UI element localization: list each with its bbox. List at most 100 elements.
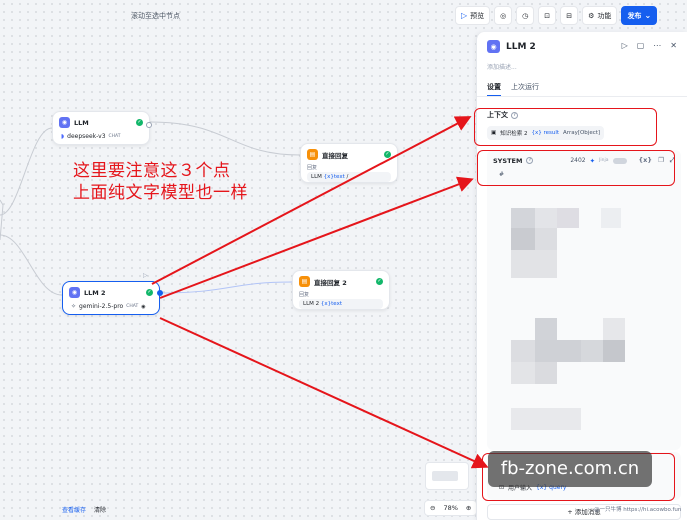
llm-icon: ◉ xyxy=(59,117,70,128)
blur-block xyxy=(535,208,557,228)
node-reply-2-body: 回复 LLM 2 {x}text xyxy=(293,289,389,314)
blur-block xyxy=(511,250,557,278)
panel-title[interactable]: LLM 2 xyxy=(506,42,536,52)
edge-left-stub xyxy=(0,199,4,241)
node-reply-2-var: LLM 2 {x}text xyxy=(299,299,383,309)
node-reply-header: ▤ 直接回复 xyxy=(301,144,397,162)
node-llm-body: ◗ deepseek-v3 CHAT xyxy=(53,130,149,146)
features-icon: ⚙ xyxy=(588,11,595,20)
blur-block xyxy=(511,208,535,228)
variables-button[interactable]: ⊟ xyxy=(560,6,579,25)
node-reply-body: 回复 LLM {x}text / xyxy=(301,162,397,187)
publish-button[interactable]: 发布 ⌄ xyxy=(621,6,658,25)
watermark: fb-zone.com.cn xyxy=(488,451,652,487)
node-llm-2-header: ◉ LLM 2 xyxy=(63,282,159,300)
eye-icon: ◉ xyxy=(141,303,146,310)
node-reply-ref-tail: / xyxy=(346,174,349,180)
node-reply-2-header: ▤ 直接回复 2 xyxy=(293,271,389,289)
node-llm-title: LLM xyxy=(74,118,89,127)
node-reply-title: 直接回复 xyxy=(322,151,348,160)
node-reply-2[interactable]: ▤ 直接回复 2 ✓ 回复 LLM 2 {x}text xyxy=(292,270,390,310)
more-icon[interactable]: ⋯ xyxy=(653,41,661,50)
node-llm[interactable]: ◉ LLM ✓ ◗ deepseek-v3 CHAT xyxy=(52,111,152,146)
chevron-down-icon: ⌄ xyxy=(644,11,652,20)
tab-settings[interactable]: 设置 xyxy=(487,82,501,96)
features-label: 功能 xyxy=(597,11,612,20)
blur-block xyxy=(601,208,621,228)
annotation-line-2: 上面纯文字模型也一样 xyxy=(73,183,248,203)
success-icon: ✓ xyxy=(146,289,153,296)
blur-block xyxy=(511,228,535,250)
features-button[interactable]: ⚙ 功能 xyxy=(582,6,618,25)
description-input[interactable]: 添加描述... xyxy=(487,62,517,71)
blur-block xyxy=(511,340,535,362)
minimap-viewport xyxy=(432,471,458,481)
success-icon: ✓ xyxy=(376,278,383,285)
node-llm-chip: CHAT xyxy=(108,134,121,139)
blur-block xyxy=(581,340,603,362)
node-llm-2-chip: CHAT xyxy=(126,304,139,309)
deepseek-icon: ◗ xyxy=(61,133,65,140)
panel-header: ◉ LLM 2 xyxy=(487,40,536,53)
node-reply-2-sub: 回复 xyxy=(299,292,310,298)
llm-icon: ◉ xyxy=(487,40,500,53)
node-llm-2-model-name: gemini-2.5-pro xyxy=(79,303,124,310)
zoom-control: ⊖ 78% ⊕ xyxy=(424,500,478,516)
run-icon[interactable]: ▷ xyxy=(622,41,628,50)
node-llm-2-out-handle[interactable] xyxy=(157,290,163,296)
preview-label: 预览 xyxy=(470,11,485,20)
edge-start-llm1 xyxy=(0,127,53,216)
system-prompt-editor[interactable]: SYSTEM ? 2402 ✦ Jinja {x} ❐ ⤢ # xyxy=(487,150,681,450)
blurred-prompt-content xyxy=(511,208,661,438)
publish-label: 发布 xyxy=(627,11,642,20)
top-toolbar: ▷ 预览 ◎ ◷ ⊡ ⊟ ⚙ 功能 发布 ⌄ xyxy=(455,5,683,26)
blur-block xyxy=(535,340,581,362)
blur-block xyxy=(535,362,557,384)
checklist-icon: ◎ xyxy=(500,11,507,20)
edge-start-llm2 xyxy=(0,234,63,296)
annotation-box-context xyxy=(474,108,657,146)
tab-last-run[interactable]: 上次运行 xyxy=(511,82,539,96)
node-llm-2-model: ✧ gemini-2.5-pro CHAT ◉ xyxy=(69,302,153,311)
minimap[interactable] xyxy=(425,462,469,490)
view-cache-button[interactable]: 查看缓存 xyxy=(62,505,86,514)
annotation-box-system xyxy=(477,150,675,186)
history-button[interactable]: ◷ xyxy=(516,6,535,25)
node-llm-out-handle[interactable] xyxy=(146,122,152,128)
zoom-out-icon[interactable]: ⊖ xyxy=(430,504,435,512)
blur-block xyxy=(511,362,535,384)
panel-tools: ▷ ▢ ⋯ ✕ xyxy=(622,41,677,50)
annotation-line-1: 这里要注意这３个点 xyxy=(73,161,231,181)
node-settings-panel: ◉ LLM 2 ▷ ▢ ⋯ ✕ 添加描述... 设置 上次运行 上下文 ? ▣ … xyxy=(476,32,687,520)
zoom-level[interactable]: 78% xyxy=(443,504,457,512)
blur-block xyxy=(603,318,625,340)
node-llm-model-name: deepseek-v3 xyxy=(67,133,106,140)
node-run-icon[interactable]: ▷ xyxy=(143,272,148,279)
env-button[interactable]: ⊡ xyxy=(538,6,557,25)
node-llm-2-title: LLM 2 xyxy=(84,288,106,297)
node-reply-sub: 回复 xyxy=(307,165,318,171)
plus-icon: + xyxy=(567,508,575,516)
checklist-button[interactable]: ◎ xyxy=(494,6,513,25)
close-icon[interactable]: ✕ xyxy=(670,41,677,50)
node-reply[interactable]: ▤ 直接回复 ✓ 回复 LLM {x}text / xyxy=(300,143,398,183)
layout-icon[interactable]: ▢ xyxy=(637,41,645,50)
edge-llm1-reply1 xyxy=(149,121,301,156)
success-icon: ✓ xyxy=(384,151,391,158)
node-reply-ref-var: {x}text xyxy=(323,174,345,180)
node-llm-2[interactable]: ◉ LLM 2 ✓ ✧ gemini-2.5-pro CHAT ◉ ▷ xyxy=(62,272,163,316)
env-icon: ⊡ xyxy=(544,11,551,20)
blur-block xyxy=(557,208,579,228)
node-reply-2-ref-node: LLM 2 xyxy=(303,301,320,307)
clear-button[interactable]: 清除 xyxy=(94,505,106,514)
success-icon: ✓ xyxy=(136,119,143,126)
scroll-to-selected-hint[interactable]: 滚动至选中节点 xyxy=(128,9,183,23)
node-llm-2-body: ✧ gemini-2.5-pro CHAT ◉ xyxy=(63,300,159,316)
play-icon: ▷ xyxy=(461,11,468,20)
preview-button[interactable]: ▷ 预览 xyxy=(455,6,491,25)
blur-block xyxy=(511,408,581,430)
node-llm-model: ◗ deepseek-v3 CHAT xyxy=(59,132,143,141)
zoom-in-icon[interactable]: ⊕ xyxy=(466,504,471,512)
panel-tabs: 设置 上次运行 xyxy=(487,82,539,96)
blur-block xyxy=(603,340,625,362)
